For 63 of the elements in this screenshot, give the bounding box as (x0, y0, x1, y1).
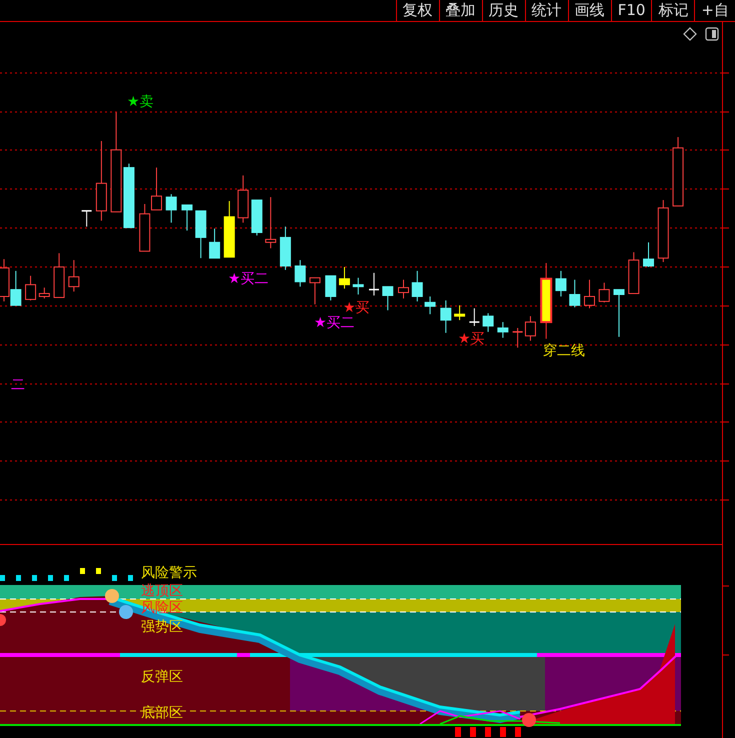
candle (658, 200, 669, 263)
candle (569, 279, 580, 308)
toolbar-button[interactable]: F10 (610, 0, 652, 21)
candle (151, 167, 162, 210)
candle (209, 228, 220, 259)
candle (224, 200, 235, 258)
candle (352, 277, 364, 295)
candle (672, 136, 684, 206)
signal-label: 穿二线 (543, 343, 585, 359)
candle (524, 316, 536, 342)
zone-label: 风险警示 (141, 565, 197, 581)
candle (555, 270, 566, 297)
candle (454, 304, 466, 321)
candle (338, 266, 350, 290)
candle (38, 287, 50, 299)
candle (238, 174, 249, 224)
candle (424, 296, 436, 315)
candle (482, 312, 494, 332)
toolbar-button[interactable]: 历史 (482, 0, 525, 21)
candle (10, 270, 22, 306)
candle (584, 279, 595, 309)
toolbar-button[interactable]: 复权 (396, 0, 439, 21)
toolbar-button[interactable]: 叠加 (438, 0, 482, 21)
candle (195, 210, 206, 259)
candle (309, 277, 320, 305)
candle (440, 300, 452, 334)
toolbar-button[interactable]: +自 (694, 0, 735, 21)
toolbar-button[interactable]: 画线 (568, 0, 611, 21)
candle (166, 194, 177, 224)
diamond-icon[interactable] (683, 27, 697, 41)
candle (25, 275, 36, 301)
candle (251, 200, 262, 236)
candle (497, 322, 508, 338)
candle (412, 270, 423, 302)
candle (54, 252, 65, 298)
candle (139, 203, 150, 252)
candle (182, 204, 193, 232)
signal-label: 二 (11, 377, 25, 393)
candle (614, 289, 624, 338)
candle (82, 210, 92, 228)
candle (469, 308, 480, 326)
signal-label: ★买二 (228, 271, 269, 287)
signal-label: ★买 (343, 300, 370, 316)
signal-label: ★买 (458, 331, 485, 347)
candle (382, 286, 394, 311)
candle (368, 272, 379, 296)
candle (643, 242, 654, 268)
toolbar-button[interactable]: 标记 (651, 0, 694, 21)
candle (598, 282, 610, 303)
candle (68, 260, 80, 292)
zone-label: 逃顶区 (141, 583, 183, 599)
candle (325, 275, 336, 301)
zone-label: 反弹区 (141, 669, 183, 685)
candle (265, 196, 276, 249)
toolbar-button[interactable]: 统计 (524, 0, 568, 21)
candle (280, 226, 291, 270)
signal-label: ★卖 (127, 94, 154, 110)
candle (512, 327, 523, 348)
candle (628, 252, 640, 294)
panel-toggle-icon[interactable] (705, 27, 719, 41)
candle (294, 260, 306, 288)
signal-label: ★买二 (314, 315, 355, 331)
candle (398, 279, 409, 299)
